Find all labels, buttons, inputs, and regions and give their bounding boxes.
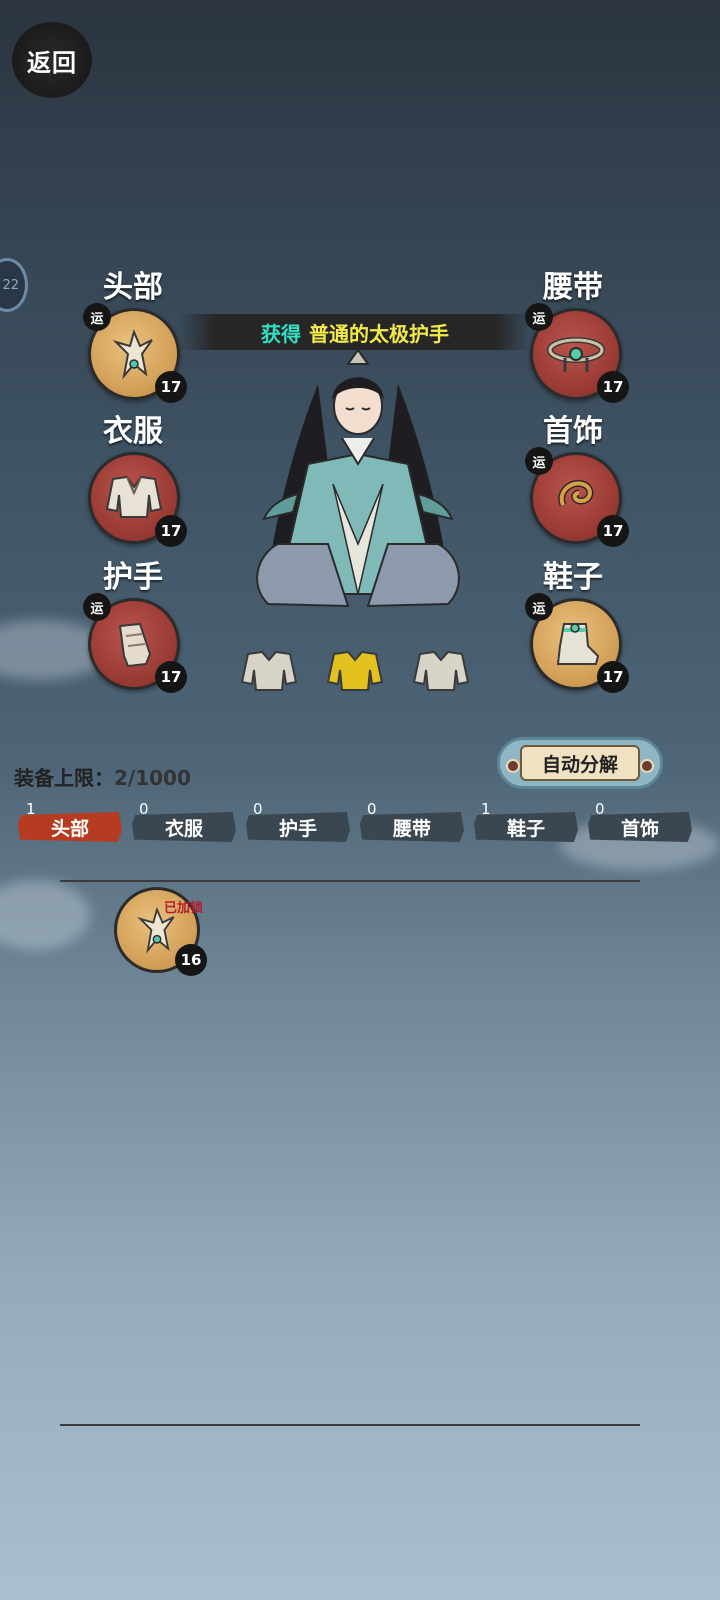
locked-label: 已加锁 [164,901,204,916]
robe-option-icon[interactable] [326,648,384,694]
robe-option-icon[interactable] [240,648,298,694]
slot-label-shoes: 鞋子 [543,560,603,595]
tab-belt[interactable]: 腰带 [360,812,464,842]
equip-limit-label: 装备上限： [14,766,114,790]
level-badge: 16 [175,944,207,976]
level-badge: 17 [597,515,629,547]
belt-icon [547,337,605,372]
level-badge: 17 [155,371,187,403]
boot-icon [556,623,600,665]
button-ornament [640,759,654,773]
tab-clothes[interactable]: 衣服 [132,812,236,842]
slot-label-gloves: 护手 [103,560,163,595]
tab-head[interactable]: 头部 [18,812,122,842]
equip-slot-belt[interactable]: 运 17 [525,303,629,403]
headpiece-icon [112,329,153,380]
equip-slot-clothes[interactable]: 17 [88,452,187,547]
slot-label-clothes: 衣服 [103,414,163,449]
equip-slot-accessory[interactable]: 运 17 [525,447,629,547]
banner-item-name: 普通的太极护手 [309,321,449,346]
tab-accessory[interactable]: 首饰 [588,812,692,842]
equip-slot-gloves[interactable]: 运 17 [83,593,187,693]
bracer-icon [118,622,152,668]
character-portrait [256,348,460,608]
luck-badge: 运 [525,593,553,621]
auto-decompose-button[interactable]: 自动分解 [497,737,663,789]
robe-icon [105,475,163,518]
side-badge-text: 22 [2,277,19,293]
auto-decompose-label: 自动分解 [520,745,640,781]
inventory-top-divider [60,880,640,882]
tab-gloves[interactable]: 护手 [246,812,350,842]
level-badge: 17 [155,515,187,547]
level-badge: 17 [597,371,629,403]
luck-badge: 运 [525,447,553,475]
slot-label-belt: 腰带 [543,270,603,305]
level-badge: 17 [155,661,187,693]
side-level-badge[interactable]: 22 [0,258,28,312]
robe-option-icon[interactable] [412,648,470,694]
button-ornament [506,759,520,773]
slot-label-head: 头部 [103,270,163,305]
luck-badge: 运 [83,303,111,331]
inventory-bottom-divider [60,1424,640,1426]
luck-badge: 运 [83,593,111,621]
slot-label-accessory: 首饰 [543,414,603,449]
tab-shoes[interactable]: 鞋子 [474,812,578,842]
equip-slot-head[interactable]: 运 17 [83,303,187,403]
back-button[interactable]: 返回 [12,22,92,98]
bracelet-icon [558,480,594,507]
banner-get-text: 获得 [261,321,301,346]
equipment-tabs: 1 头部 0 衣服 0 护手 0 腰带 1 鞋子 0 首饰 [18,800,708,850]
equip-limit: 装备上限：2/1000 [14,762,191,791]
cloud-decoration [0,880,90,950]
back-label: 返回 [27,48,77,77]
equip-limit-value: 2/1000 [114,766,191,790]
level-badge: 17 [597,661,629,693]
equip-slot-shoes[interactable]: 运 17 [525,593,629,693]
